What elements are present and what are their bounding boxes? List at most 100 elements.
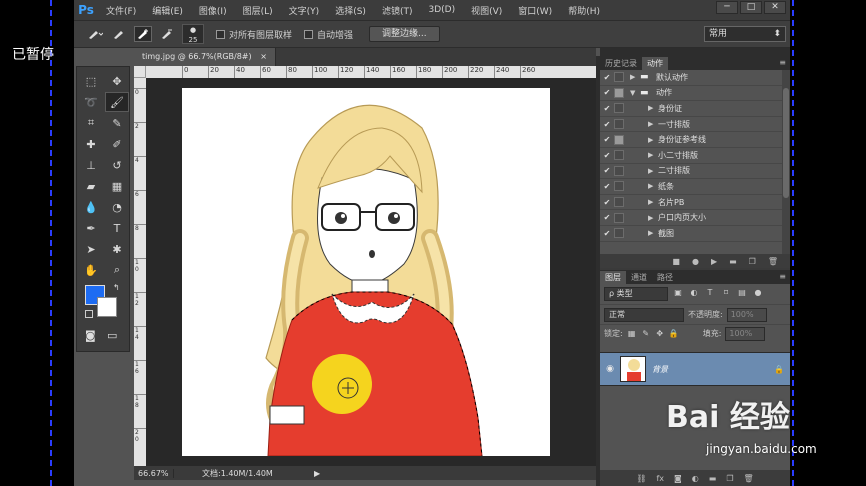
maximize-button[interactable]: □ <box>740 1 762 14</box>
play-icon[interactable]: ▶ <box>711 257 717 266</box>
action-toggle-check-icon[interactable]: ✔ <box>600 182 614 191</box>
action-toggle-check-icon[interactable]: ✔ <box>600 88 614 97</box>
canvas-image[interactable] <box>182 88 550 456</box>
action-row[interactable]: ✔ ▶ 身份证参考线 <box>600 132 790 148</box>
menu-edit[interactable]: 编辑(E) <box>144 4 191 17</box>
panel-menu-icon[interactable]: ≡ <box>779 58 786 67</box>
chevron-right-icon[interactable]: ▶ <box>648 229 658 237</box>
horizontal-ruler[interactable]: 0 20 40 60 80 100 120 140 160 180 200 220 240 260 <box>146 66 596 78</box>
healing-brush-tool-icon[interactable]: ✚ <box>79 134 103 154</box>
menu-layer[interactable]: 图层(L) <box>235 4 281 17</box>
actions-scrollbar[interactable] <box>782 70 790 254</box>
action-toggle-check-icon[interactable]: ✔ <box>600 73 614 82</box>
lock-position-icon[interactable]: ✥ <box>655 329 665 339</box>
dialog-toggle-box[interactable] <box>614 119 624 130</box>
status-menu-arrow-icon[interactable]: ▶ <box>314 469 324 478</box>
clone-stamp-tool-icon[interactable]: ⊥ <box>79 155 103 175</box>
ruler-origin[interactable] <box>134 66 146 78</box>
dialog-toggle-box[interactable] <box>614 165 624 176</box>
menu-3d[interactable]: 3D(D) <box>420 5 463 15</box>
quick-mask-icon[interactable]: ◙ <box>85 329 96 342</box>
move-tool-icon[interactable]: ✥ <box>105 71 129 91</box>
dialog-toggle-box[interactable] <box>614 134 624 145</box>
tool-preset-picker-icon[interactable] <box>86 26 104 42</box>
dialog-toggle-box[interactable] <box>614 150 624 161</box>
chevron-right-icon[interactable]: ▶ <box>648 214 658 222</box>
pen-tool-icon[interactable]: ✒ <box>79 218 103 238</box>
screen-mode-icon[interactable]: ▭ <box>107 329 117 342</box>
chevron-down-icon[interactable]: ▼ <box>630 89 640 97</box>
dialog-toggle-box[interactable] <box>614 228 624 239</box>
brush-size-picker[interactable]: ● 25 <box>182 24 204 44</box>
menu-image[interactable]: 图像(I) <box>191 4 235 17</box>
action-toggle-check-icon[interactable]: ✔ <box>600 104 614 113</box>
chevron-right-icon[interactable]: ▶ <box>648 167 658 175</box>
auto-enhance-box[interactable] <box>304 29 314 39</box>
zoom-tool-icon[interactable]: ⌕ <box>105 260 129 280</box>
new-set-icon[interactable]: ▬ <box>729 257 737 266</box>
dialog-toggle-box[interactable] <box>614 87 624 98</box>
eyedropper-tool-icon[interactable]: ✎ <box>105 113 129 133</box>
tab-history[interactable]: 历史记录 <box>600 57 642 70</box>
menu-window[interactable]: 窗口(W) <box>510 4 560 17</box>
type-filter-icon[interactable]: T <box>704 288 716 300</box>
action-row[interactable]: ✔ ▶ ▬ 默认动作 <box>600 70 790 86</box>
chevron-right-icon[interactable]: ▶ <box>648 198 658 206</box>
vertical-ruler[interactable]: 0 2 4 6 8 1 0 1 2 1 4 1 6 1 8 2 0 <box>134 78 146 466</box>
action-row[interactable]: ✔ ▶ 二寸排版 <box>600 164 790 180</box>
chevron-right-icon[interactable]: ▶ <box>648 136 658 144</box>
new-group-icon[interactable]: ▬ <box>709 474 717 483</box>
minimize-button[interactable]: ─ <box>716 1 738 14</box>
visibility-eye-icon[interactable]: ◉ <box>600 364 620 374</box>
blend-mode-select[interactable]: 正常 <box>604 307 684 322</box>
lock-image-icon[interactable]: ✎ <box>641 329 651 339</box>
path-selection-tool-icon[interactable]: ➤ <box>79 239 103 259</box>
history-brush-tool-icon[interactable]: ↺ <box>105 155 129 175</box>
action-row[interactable]: ✔ ▶ 一寸排版 <box>600 117 790 133</box>
layer-name[interactable]: 背景 <box>652 364 774 375</box>
dialog-toggle-box[interactable] <box>614 103 624 114</box>
new-selection-brush-icon[interactable] <box>110 26 128 42</box>
dodge-tool-icon[interactable]: ◔ <box>105 197 129 217</box>
refine-edge-button[interactable]: 调整边缘... <box>369 26 440 42</box>
dialog-toggle-box[interactable] <box>614 212 624 223</box>
opacity-field[interactable]: 100% <box>726 307 767 322</box>
menu-file[interactable]: 文件(F) <box>98 4 144 17</box>
chevron-right-icon[interactable]: ▶ <box>648 104 658 112</box>
workspace-select[interactable]: 常用 ⬍ <box>704 26 786 42</box>
menu-select[interactable]: 选择(S) <box>327 4 374 17</box>
type-tool-icon[interactable]: T <box>105 218 129 238</box>
default-colors-icon[interactable] <box>85 310 93 318</box>
new-action-icon[interactable]: ❐ <box>749 257 756 266</box>
record-icon[interactable]: ● <box>692 257 699 266</box>
close-button[interactable]: ✕ <box>764 1 786 14</box>
tab-layers[interactable]: 图层 <box>600 271 626 284</box>
layer-row[interactable]: ◉ 背景 🔒 <box>600 352 790 386</box>
lasso-tool-icon[interactable]: ➰ <box>79 92 103 112</box>
auto-enhance-checkbox[interactable]: 自动增强 <box>304 28 353 41</box>
add-to-selection-brush-icon[interactable] <box>134 26 152 42</box>
menu-view[interactable]: 视图(V) <box>463 4 510 17</box>
delete-icon[interactable]: 🗑 <box>768 257 778 266</box>
actions-scroll-thumb[interactable] <box>783 88 789 198</box>
menu-help[interactable]: 帮助(H) <box>560 4 608 17</box>
pixel-filter-icon[interactable]: ▣ <box>672 288 684 300</box>
delete-layer-icon[interactable]: 🗑 <box>744 474 754 483</box>
crop-tool-icon[interactable]: ⌗ <box>79 113 103 133</box>
new-layer-icon[interactable]: ❐ <box>726 474 733 483</box>
document-tab[interactable]: timg.jpg @ 66.7%(RGB/8#) × <box>134 48 276 66</box>
action-toggle-check-icon[interactable]: ✔ <box>600 151 614 160</box>
action-row[interactable]: ✔ ▶ 小二寸排版 <box>600 148 790 164</box>
action-row[interactable]: ✔ ▶ 纸条 <box>600 179 790 195</box>
shape-filter-icon[interactable]: ⌑ <box>720 288 732 300</box>
dialog-toggle-box[interactable] <box>614 72 624 83</box>
close-tab-icon[interactable]: × <box>260 52 267 61</box>
chevron-right-icon[interactable]: ▶ <box>648 151 658 159</box>
tab-actions[interactable]: 动作 <box>642 57 668 70</box>
smart-object-filter-icon[interactable]: ▤ <box>736 288 748 300</box>
blur-tool-icon[interactable]: 💧 <box>79 197 103 217</box>
canvas-area[interactable] <box>146 78 596 466</box>
dialog-toggle-box[interactable] <box>614 197 624 208</box>
lock-all-icon[interactable]: 🔒 <box>669 329 679 339</box>
sample-all-layers-checkbox[interactable]: 对所有图层取样 <box>216 28 292 41</box>
